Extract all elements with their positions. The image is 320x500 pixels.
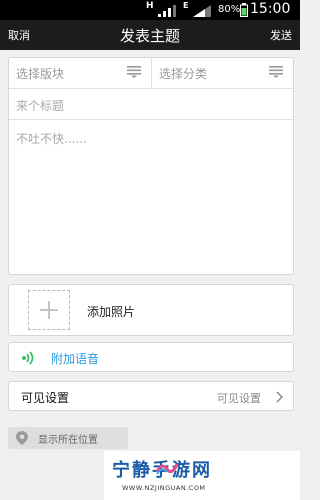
network-type-h: H — [146, 1, 154, 11]
battery-percent: 80% — [218, 4, 241, 15]
battery-icon — [240, 3, 248, 17]
network-type-e: E — [183, 1, 189, 10]
menu-lines-icon — [269, 66, 283, 78]
category-select[interactable]: 选择分类 — [152, 58, 293, 88]
send-button[interactable]: 发送 — [270, 27, 292, 43]
add-voice-label: 附加语音 — [51, 352, 100, 366]
signal-bars-icon — [193, 5, 211, 17]
add-photo-row[interactable]: 添加照片 — [8, 284, 294, 336]
add-photo-button[interactable] — [28, 290, 70, 330]
sound-wave-icon — [22, 351, 34, 365]
signal-bars-icon — [158, 5, 176, 17]
board-select[interactable]: 选择版块 — [9, 58, 152, 88]
title-input[interactable]: 来个标题 — [9, 89, 293, 120]
watermark-logo-icon — [156, 463, 178, 475]
category-select-label: 选择分类 — [159, 67, 208, 81]
top-nav-bar: 取消 发表主题 发送 — [0, 20, 300, 50]
page-title: 发表主题 — [119, 27, 180, 45]
show-location-label: 显示所在位置 — [38, 435, 98, 446]
site-watermark: 宁静手游网 WWW.NZJINGUAN.COM — [104, 451, 300, 500]
visibility-value: 可见设置 — [217, 392, 261, 405]
visibility-label: 可见设置 — [21, 391, 70, 405]
watermark-url: WWW.NZJINGUAN.COM — [122, 484, 206, 492]
title-placeholder: 来个标题 — [16, 99, 65, 113]
body-placeholder: 不吐不快...... — [16, 132, 87, 146]
compose-card: 选择版块 选择分类 来个标题 不吐不快...... — [8, 57, 294, 275]
add-photo-label: 添加照片 — [87, 305, 136, 319]
menu-lines-icon — [127, 66, 141, 78]
status-time: 15:00 — [250, 1, 291, 17]
chevron-right-icon — [276, 391, 283, 403]
plus-icon — [40, 301, 58, 319]
select-row: 选择版块 选择分类 — [9, 58, 293, 89]
status-bar: H E 80% 15:00 — [0, 0, 300, 20]
location-pin-icon — [16, 431, 28, 445]
visibility-settings-row[interactable]: 可见设置 可见设置 — [8, 381, 294, 411]
add-voice-row[interactable]: 附加语音 — [8, 342, 294, 372]
board-select-label: 选择版块 — [16, 67, 65, 81]
show-location-toggle[interactable]: 显示所在位置 — [8, 427, 128, 449]
